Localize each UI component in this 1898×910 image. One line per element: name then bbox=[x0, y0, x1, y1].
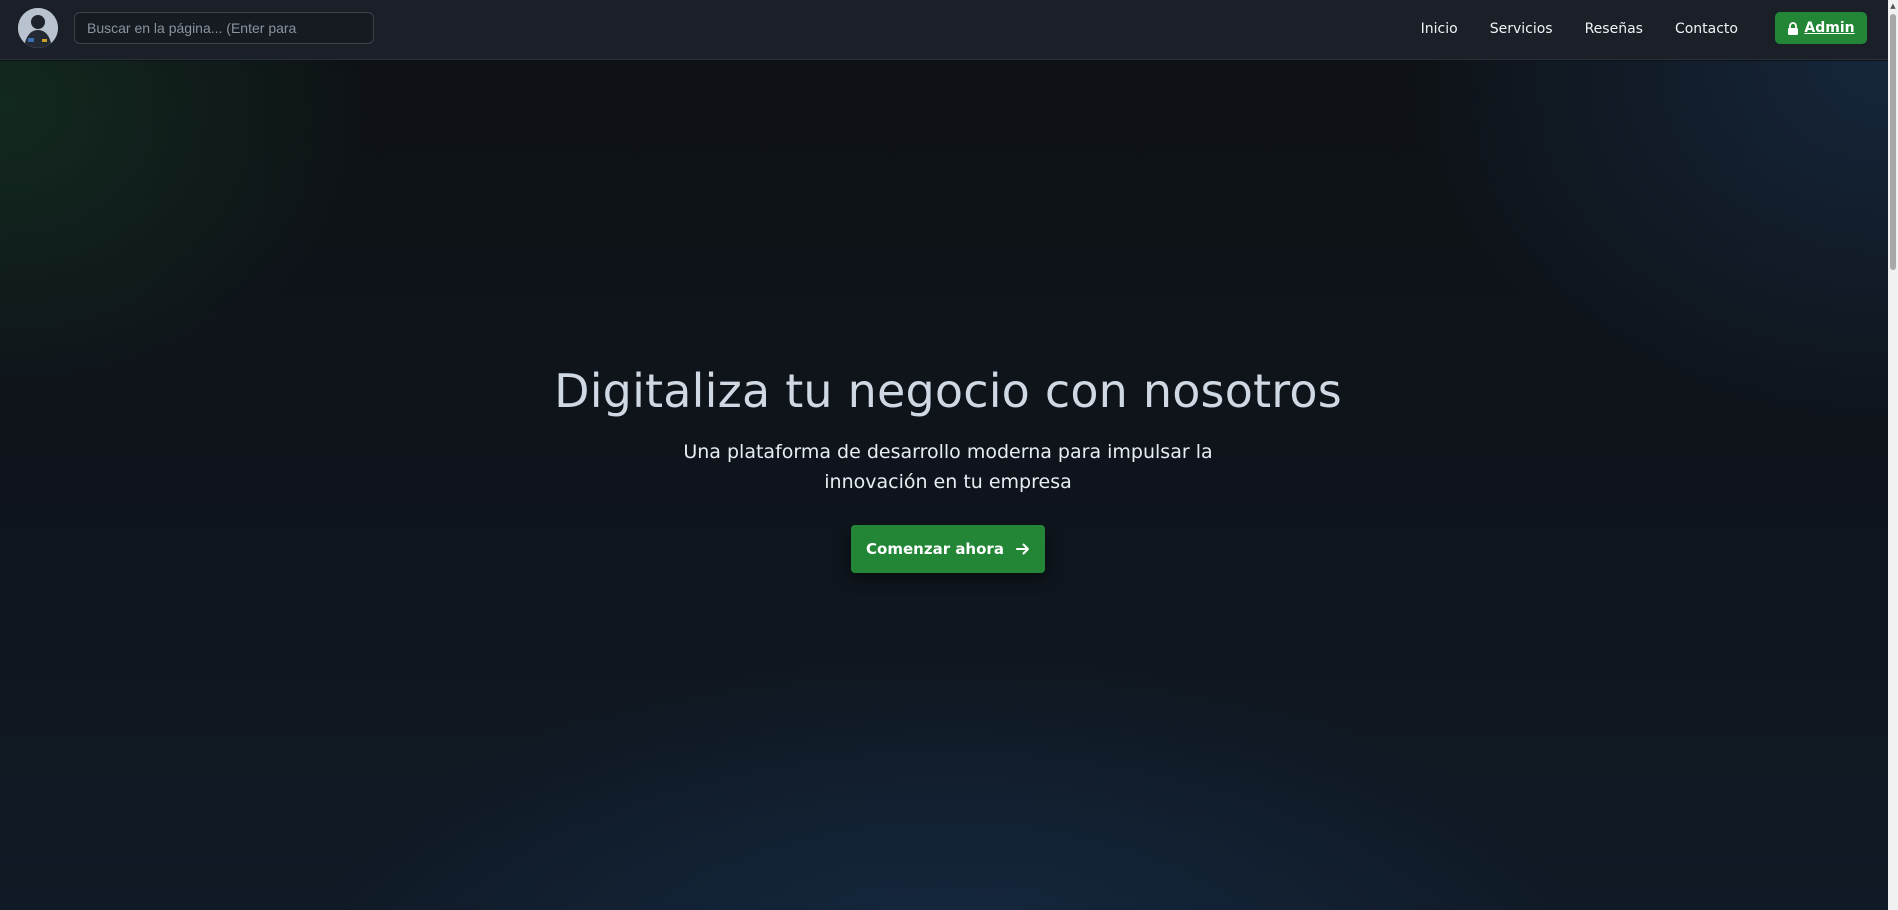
arrow-right-icon bbox=[1015, 543, 1029, 555]
admin-button-label: Admin bbox=[1804, 20, 1855, 36]
nav-links: Inicio Servicios Reseñas Contacto bbox=[1421, 0, 1738, 58]
nav-link-contacto[interactable]: Contacto bbox=[1675, 21, 1738, 37]
nav-link-inicio[interactable]: Inicio bbox=[1421, 21, 1458, 37]
hero-section: Digitaliza tu negocio con nosotros Una p… bbox=[0, 61, 1896, 910]
avatar[interactable] bbox=[18, 8, 58, 48]
hero-subtitle: Una plataforma de desarrollo moderna par… bbox=[683, 441, 1213, 493]
lock-icon bbox=[1788, 21, 1799, 35]
hero-content: Digitaliza tu negocio con nosotros Una p… bbox=[0, 361, 1896, 573]
page: Inicio Servicios Reseñas Contacto Admin … bbox=[0, 0, 1898, 910]
scrollbar-thumb[interactable] bbox=[1890, 14, 1896, 270]
hero-title: Digitaliza tu negocio con nosotros bbox=[554, 364, 1342, 418]
vertical-scrollbar[interactable]: ▲ bbox=[1888, 0, 1898, 910]
nav-link-servicios[interactable]: Servicios bbox=[1490, 21, 1553, 37]
admin-button[interactable]: Admin bbox=[1775, 12, 1867, 44]
top-navbar: Inicio Servicios Reseñas Contacto Admin bbox=[0, 0, 1896, 60]
search-input[interactable] bbox=[74, 12, 374, 44]
nav-link-resenas[interactable]: Reseñas bbox=[1585, 21, 1643, 37]
cta-button[interactable]: Comenzar ahora bbox=[851, 525, 1045, 573]
avatar-image bbox=[18, 8, 58, 48]
scroll-up-arrow-icon[interactable]: ▲ bbox=[1888, 0, 1898, 12]
cta-button-label: Comenzar ahora bbox=[866, 540, 1004, 558]
